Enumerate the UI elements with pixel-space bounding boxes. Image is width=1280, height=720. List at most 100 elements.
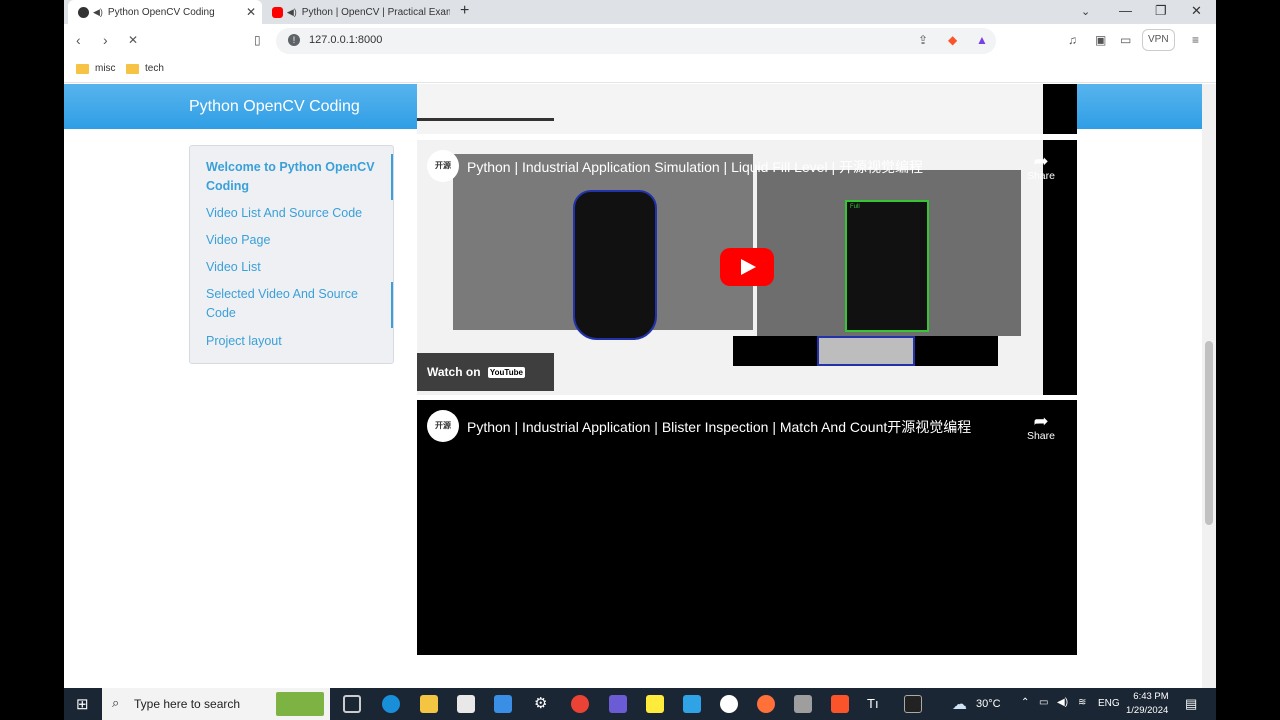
share-arrow-icon: ➦ bbox=[1033, 411, 1049, 431]
video-embed-blister-inspection[interactable]: 开源 Python | Industrial Application | Bli… bbox=[417, 400, 1077, 655]
text-app-icon[interactable]: Tı bbox=[867, 696, 879, 711]
bottle-box-green: Full bbox=[845, 200, 929, 332]
share-button[interactable]: ➦ Share bbox=[1027, 412, 1055, 442]
address-bar[interactable]: ! 127.0.0.1:8000 bbox=[276, 28, 996, 54]
sidebar-item-welcome[interactable]: Welcome to Python OpenCV Coding bbox=[206, 158, 381, 196]
channel-logo-icon[interactable]: 开源 bbox=[427, 410, 459, 442]
windows-taskbar: ⊞ ⌕ Type here to search ⚙ Tı ☁ 30°C ⌃ ▭ … bbox=[64, 688, 1216, 720]
clock-date[interactable]: 1/29/2024 bbox=[1126, 705, 1168, 716]
camera-icon[interactable] bbox=[794, 695, 812, 713]
windows-start-icon[interactable]: ⊞ bbox=[76, 695, 89, 713]
sidebar-icon[interactable]: ▣ bbox=[1095, 33, 1106, 47]
tab-python-opencv[interactable]: ◀) Python OpenCV Coding ✕ bbox=[68, 0, 262, 24]
sidebar-item-project-layout[interactable]: Project layout bbox=[206, 332, 381, 351]
volume-icon[interactable]: ◀) bbox=[1057, 697, 1068, 708]
youtube-logo-icon: YouTube bbox=[487, 367, 525, 378]
share-button[interactable]: ➦ Share bbox=[1027, 152, 1055, 182]
taskbar-search[interactable]: ⌕ Type here to search bbox=[102, 688, 330, 720]
firefox-icon[interactable] bbox=[757, 695, 775, 713]
forward-icon[interactable]: › bbox=[103, 32, 108, 48]
notification-icon[interactable]: ▤ bbox=[1185, 696, 1197, 712]
previous-watch-bar bbox=[417, 118, 554, 121]
sidebar-item-video-list[interactable]: Video List bbox=[206, 258, 381, 277]
task-view-icon[interactable] bbox=[343, 695, 361, 713]
video-title[interactable]: Python | Industrial Application | Bliste… bbox=[467, 417, 971, 437]
tab-title: Python | OpenCV | Practical Examp bbox=[301, 6, 450, 18]
scrollbar-thumb[interactable] bbox=[1205, 341, 1213, 525]
remote-desktop-icon[interactable] bbox=[683, 695, 701, 713]
speaker-icon: ◀) bbox=[93, 6, 103, 17]
watch-on-youtube-button[interactable]: Watch on YouTube bbox=[417, 353, 554, 391]
chrome-icon[interactable] bbox=[571, 695, 589, 713]
close-window-icon[interactable]: ✕ bbox=[1191, 3, 1202, 19]
back-icon[interactable]: ‹ bbox=[76, 32, 81, 48]
bookmark-folder-tech[interactable]: tech bbox=[126, 63, 164, 74]
brave-icon[interactable] bbox=[831, 695, 849, 713]
video-frame-previous bbox=[417, 84, 1043, 134]
watch-on-label: Watch on bbox=[427, 365, 481, 379]
video-embed-liquid-fill[interactable]: Full 开源 Python | Industrial Application … bbox=[417, 140, 1077, 395]
clock-time[interactable]: 6:43 PM bbox=[1130, 691, 1172, 702]
sidebar-item-selected-video[interactable]: Selected Video And Source Code bbox=[206, 285, 381, 323]
folder-icon bbox=[126, 63, 139, 74]
edge-icon[interactable] bbox=[382, 695, 400, 713]
bookmark-label: misc bbox=[95, 63, 116, 74]
restore-icon[interactable]: ❐ bbox=[1155, 3, 1167, 19]
language-indicator[interactable]: ENG bbox=[1098, 698, 1120, 709]
url-text: 127.0.0.1:8000 bbox=[309, 34, 383, 46]
mail-icon[interactable] bbox=[494, 695, 512, 713]
stop-loading-icon[interactable]: ✕ bbox=[128, 33, 138, 47]
sidebar-item-video-page[interactable]: Video Page bbox=[206, 231, 381, 250]
share-arrow-icon: ➦ bbox=[1033, 151, 1049, 171]
network-icon[interactable]: ▭ bbox=[1039, 697, 1048, 708]
penguin-app-icon[interactable] bbox=[720, 695, 738, 713]
chevron-down-icon[interactable]: ⌄ bbox=[1081, 5, 1090, 18]
tab-strip: ◀) Python OpenCV Coding ✕ ◀) Python | Op… bbox=[64, 0, 1216, 24]
close-tab-icon[interactable]: ✕ bbox=[246, 5, 256, 19]
share-icon[interactable]: ⇪ bbox=[918, 33, 928, 47]
brave-rewards-icon[interactable]: ▲ bbox=[976, 33, 988, 47]
tray-chevron-icon[interactable]: ⌃ bbox=[1021, 697, 1029, 708]
store-icon[interactable] bbox=[457, 695, 475, 713]
speaker-icon: ◀) bbox=[286, 6, 297, 17]
minimize-icon[interactable]: — bbox=[1119, 3, 1132, 18]
overlay-label: Full bbox=[850, 204, 860, 210]
terminal-icon[interactable] bbox=[904, 695, 922, 713]
thumbnail-bottom-strip bbox=[733, 336, 998, 366]
browser-window: ◀) Python OpenCV Coding ✕ ◀) Python | Op… bbox=[64, 0, 1216, 688]
media-icon[interactable]: ♫ bbox=[1068, 33, 1077, 47]
brave-shield-icon[interactable]: ◆ bbox=[948, 33, 957, 47]
page-content: Python OpenCV Coding Welcome to Python O… bbox=[64, 84, 1202, 688]
address-toolbar: ‹ › ✕ ▯ ! 127.0.0.1:8000 ⇪ ◆ ▲ ♫ ▣ ▭ VPN… bbox=[64, 24, 1216, 57]
video-embed-previous[interactable] bbox=[417, 84, 1077, 134]
page-scrollbar[interactable] bbox=[1202, 84, 1216, 688]
video-title[interactable]: Python | Industrial Application Simulati… bbox=[467, 157, 923, 177]
search-icon: ⌕ bbox=[112, 695, 120, 710]
bottle-outline-blue bbox=[573, 190, 657, 340]
bookmark-folder-misc[interactable]: misc bbox=[76, 63, 116, 74]
site-info-icon[interactable]: ! bbox=[288, 34, 300, 46]
play-button[interactable] bbox=[720, 248, 774, 286]
wifi-icon[interactable]: ≋ bbox=[1078, 697, 1086, 708]
channel-logo-icon[interactable]: 开源 bbox=[427, 150, 459, 182]
app-icon[interactable] bbox=[609, 695, 627, 713]
share-label: Share bbox=[1026, 430, 1055, 442]
weather-temp[interactable]: 30°C bbox=[976, 698, 1001, 710]
ocr-app-icon[interactable] bbox=[646, 695, 664, 713]
bookmark-icon[interactable]: ▯ bbox=[254, 33, 261, 47]
bookmarks-bar: misc tech bbox=[64, 57, 1216, 83]
site-favicon-icon bbox=[78, 6, 89, 18]
vpn-button[interactable]: VPN bbox=[1142, 29, 1175, 51]
tab-youtube-video[interactable]: ◀) Python | OpenCV | Practical Examp bbox=[262, 0, 450, 24]
weather-icon[interactable]: ☁ bbox=[952, 695, 967, 713]
site-brand[interactable]: Python OpenCV Coding bbox=[189, 98, 360, 116]
youtube-favicon-icon bbox=[272, 6, 283, 18]
sidebar-item-video-list-source[interactable]: Video List And Source Code bbox=[206, 204, 381, 223]
new-tab-icon[interactable]: + bbox=[460, 2, 469, 20]
wallet-icon[interactable]: ▭ bbox=[1120, 33, 1131, 47]
menu-icon[interactable]: ≡ bbox=[1192, 33, 1199, 47]
file-explorer-icon[interactable] bbox=[420, 695, 438, 713]
settings-gear-icon[interactable]: ⚙ bbox=[534, 694, 547, 712]
share-label: Share bbox=[1026, 170, 1055, 182]
folder-icon bbox=[76, 63, 89, 74]
